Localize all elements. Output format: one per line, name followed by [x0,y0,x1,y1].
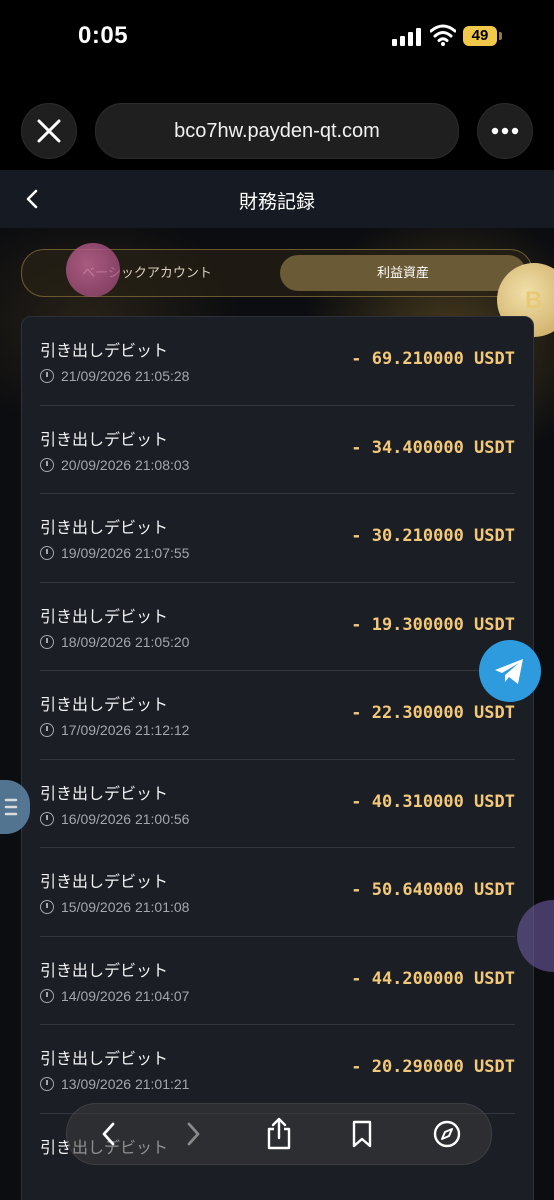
record-amount: - 50.640000 USDT [351,880,515,900]
record-timestamp: 17/09/2026 21:12:12 [40,722,189,738]
record-time: 21/09/2026 21:05:28 [61,368,190,384]
record-type: 引き出しデビット [40,962,169,980]
record-type: 引き出しデビット [40,343,169,360]
record-type: 引き出しデビット [40,697,169,714]
record-time: 15/09/2026 21:01:08 [61,899,190,915]
bookmark-icon [352,1120,372,1148]
clock-icon [40,369,54,383]
side-menu-bubble[interactable] [0,780,30,834]
list-item[interactable]: 引き出しデビット 15/09/2026 21:01:08 - 50.640000… [40,848,515,937]
record-time: 20/09/2026 21:08:03 [61,456,190,473]
record-timestamp: 15/09/2026 21:01:08 [40,899,189,915]
list-item[interactable]: 引き出しデビット 18/09/2026 21:05:20 - 19.300000… [40,583,515,671]
clock-icon [40,546,54,560]
list-item[interactable]: 引き出しデビット 17/09/2026 21:12:12 - 22.300000… [40,671,515,760]
bookmarks-button[interactable] [332,1104,392,1164]
tabs-compass-button[interactable] [417,1104,477,1164]
record-timestamp: 14/09/2026 21:04:07 [40,988,189,1004]
list-item[interactable]: 引き出しデビット 14/09/2026 21:04:07 - 44.200000… [40,937,515,1025]
wifi-icon [430,24,456,46]
share-button[interactable] [249,1104,309,1164]
cellular-signal-icon [392,28,422,46]
record-type: 引き出しデビット [40,431,169,449]
record-timestamp: 19/09/2026 21:07:55 [40,545,189,561]
record-timestamp: 16/09/2026 21:00:56 [40,811,189,827]
battery-indicator: 49 [463,26,497,46]
url-field[interactable]: bco7hw.payden-qt.com [95,103,459,159]
floating-bubble [66,243,120,297]
record-timestamp: 20/09/2026 21:08:03 [40,457,189,473]
record-amount: - 19.300000 USDT [351,614,515,635]
record-time: 13/09/2026 21:01:21 [61,1076,190,1092]
list-item[interactable]: 引き出しデビット 20/09/2026 21:08:03 - 34.400000… [40,406,515,494]
coin-symbol: B [525,287,543,314]
record-time: 14/09/2026 21:04:07 [61,987,190,1004]
transaction-list: 引き出しデビット 21/09/2026 21:05:28 - 69.210000… [21,316,534,1200]
close-tab-button[interactable] [21,103,77,159]
more-dots-icon [491,127,519,135]
page-title: 財務記録 [238,192,315,213]
browser-toolbar [66,1103,492,1165]
clock-icon [40,723,54,737]
record-timestamp: 18/09/2026 21:05:20 [40,634,189,650]
status-time: 0:05 [78,22,129,49]
record-amount: - 44.200000 USDT [351,968,515,989]
clock-icon [40,811,54,826]
browser-back-button[interactable] [79,1104,139,1164]
page-header: 財務記録 [0,170,554,228]
record-amount: - 69.210000 USDT [351,349,515,369]
status-bar: 0:05 49 [0,0,554,76]
clock-icon [40,988,54,1003]
record-timestamp: 13/09/2026 21:01:21 [40,1076,189,1092]
forward-arrow-icon [187,1122,200,1146]
record-amount: - 20.290000 USDT [351,1057,515,1077]
battery-tip [499,32,502,40]
tab-profit-assets[interactable]: 利益資産 [280,255,526,291]
compass-icon [433,1120,461,1148]
more-options-button[interactable] [477,103,533,159]
list-item[interactable]: 引き出しデビット 21/09/2026 21:05:28 - 69.210000… [40,317,515,406]
record-type: 引き出しデビット [40,1051,169,1068]
telegram-icon [495,659,523,684]
menu-lines-icon [4,798,18,816]
list-item[interactable]: 引き出しデビット 19/09/2026 21:07:55 - 30.210000… [40,494,515,583]
record-time: 16/09/2026 21:00:56 [61,810,190,827]
tab-basic-account[interactable]: ベーシックアカウント [22,250,272,296]
clock-icon [40,634,54,649]
record-type: 引き出しデビット [40,520,169,537]
list-item[interactable]: 引き出しデビット 13/09/2026 21:01:21 - 20.290000… [40,1025,515,1114]
close-icon [37,119,61,143]
record-type: 引き出しデビット [40,785,169,803]
record-time: 19/09/2026 21:07:55 [61,545,190,561]
record-type: 引き出しデビット [40,608,169,626]
record-amount: - 30.210000 USDT [351,526,515,546]
list-item[interactable]: 引き出しデビット 16/09/2026 21:00:56 - 40.310000… [40,760,515,848]
record-amount: - 34.400000 USDT [351,437,515,458]
record-timestamp: 21/09/2026 21:05:28 [40,368,189,384]
browser-url-bar: bco7hw.payden-qt.com [0,90,554,170]
record-type: 引き出しデビット [40,874,169,891]
back-arrow-icon [102,1122,115,1146]
record-time: 17/09/2026 21:12:12 [61,722,190,738]
record-amount: - 22.300000 USDT [351,703,515,723]
clock-icon [40,457,54,472]
record-time: 18/09/2026 21:05:20 [61,633,190,650]
clock-icon [40,1077,54,1091]
browser-forward-button[interactable] [163,1104,223,1164]
clock-icon [40,900,54,914]
telegram-float-button[interactable] [479,640,541,702]
share-icon [267,1117,291,1150]
record-amount: - 40.310000 USDT [351,791,515,812]
web-content: 財務記録 ベーシックアカウント 利益資産 B 引き出しデビット 21/09/20… [0,170,554,1200]
